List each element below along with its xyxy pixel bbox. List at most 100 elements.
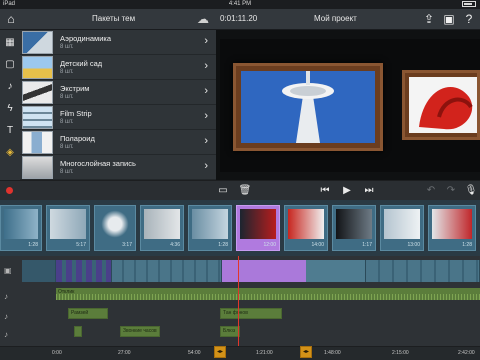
theme-thumbnail xyxy=(22,56,53,79)
chevron-right-icon: › xyxy=(204,110,208,122)
video-track-icon: ▣ xyxy=(4,266,12,275)
selected-clip-block[interactable] xyxy=(222,260,306,282)
clip[interactable]: 1:28 xyxy=(428,205,476,251)
clip-duration: 4:36 xyxy=(170,242,180,248)
theme-thumbnail xyxy=(22,31,53,54)
clip-duration: 1:28 xyxy=(462,242,472,248)
playhead[interactable] xyxy=(238,256,239,348)
clock: 4:41 PM xyxy=(228,1,252,7)
clip-duration: 13:00 xyxy=(407,242,420,248)
transition-icon[interactable]: ϟ xyxy=(3,102,17,116)
audio-clip[interactable]: Звонкие часов xyxy=(120,326,160,337)
clips-icon[interactable]: ▦ xyxy=(3,36,17,50)
preview-frame-main xyxy=(233,63,383,151)
theme-count: 8 шт. xyxy=(60,69,74,75)
in-marker[interactable]: ◂▸ xyxy=(214,346,226,358)
clip-duration: 5:17 xyxy=(76,242,86,248)
out-marker[interactable]: ◂▸ xyxy=(300,346,312,358)
chevron-right-icon: › xyxy=(204,160,208,172)
clip[interactable]: 4:36 xyxy=(140,205,184,251)
theme-count: 8 шт. xyxy=(60,144,74,150)
theme-thumbnail xyxy=(22,81,53,104)
audio-label: Звонкие часов xyxy=(123,328,157,334)
theme-row[interactable]: Детский сад 8 шт. › xyxy=(20,55,216,80)
theme-thumbnail xyxy=(22,106,53,129)
ruler-tick: 27:00 xyxy=(118,350,131,356)
clip[interactable]: 1:28 xyxy=(188,205,232,251)
theme-name: Многослойная запись xyxy=(60,159,136,168)
play-icon[interactable]: ▶ xyxy=(340,184,354,198)
ruler-tick: 1:21:00 xyxy=(256,350,273,356)
status-bar: iPad 4:41 PM xyxy=(0,0,480,9)
photo-icon[interactable]: ▢ xyxy=(3,58,17,72)
theme-name: Экстрим xyxy=(60,84,90,93)
music-track-icon: ♪ xyxy=(4,312,8,321)
ruler-tick: 2:42:00 xyxy=(458,350,475,356)
clip-selected[interactable]: 12:00 xyxy=(236,205,280,251)
theme-name: Film Strip xyxy=(60,109,92,118)
theme-name: Детский сад xyxy=(60,59,103,68)
share-icon[interactable]: ⇪ xyxy=(422,12,436,26)
clip[interactable]: 5:17 xyxy=(46,205,90,251)
skip-back-icon[interactable]: ⏮ xyxy=(318,184,332,198)
time-ruler[interactable]: 0:00 27:00 54:00 1:21:00 1:48:00 2:15:00… xyxy=(0,346,480,360)
audio-label: Блюз xyxy=(223,328,236,334)
audio-clip[interactable]: Рамзей xyxy=(68,308,108,319)
trash-icon[interactable]: 🗑 xyxy=(238,184,252,198)
ruler-tick: 1:48:00 xyxy=(324,350,341,356)
clip-duration: 1:28 xyxy=(28,242,38,248)
chevron-right-icon: › xyxy=(204,60,208,72)
transport-bar: ▭ 🗑 ⏮ ▶ ⏭ ↶ ↷ 🎙 xyxy=(0,180,480,200)
filmstrip-icon[interactable]: ▭ xyxy=(216,184,230,198)
clip-duration: 3:17 xyxy=(122,242,132,248)
audio-track-main[interactable]: Отклик xyxy=(56,288,480,300)
chevron-right-icon: › xyxy=(204,85,208,97)
clip[interactable]: 14:00 xyxy=(284,205,328,251)
space-needle-image xyxy=(241,71,375,143)
microphone-icon[interactable]: 🎙 xyxy=(464,184,478,198)
clip[interactable]: 3:17 xyxy=(94,205,136,251)
theme-count: 8 шт. xyxy=(60,119,74,125)
record-icon[interactable] xyxy=(6,187,13,194)
audio-label: Рамзей xyxy=(71,310,89,316)
tool-column: ▦ ▢ ♪ ϟ T ◈ xyxy=(0,30,20,180)
theme-icon[interactable]: ☁ xyxy=(196,12,210,26)
home-icon[interactable]: ⌂ xyxy=(4,12,18,26)
ruler-tick: 2:15:00 xyxy=(392,350,409,356)
battery-icon xyxy=(460,1,476,8)
top-toolbar: ⌂ Пакеты тем ☁ 0:01:11.20 Мой проект ⇪ ▣… xyxy=(0,9,480,30)
redo-icon[interactable]: ↷ xyxy=(444,184,458,198)
ruler-tick: 54:00 xyxy=(188,350,201,356)
help-icon[interactable]: ? xyxy=(462,12,476,26)
audio-clip[interactable]: Блюз xyxy=(220,326,240,337)
chevron-right-icon: › xyxy=(204,35,208,47)
undo-icon[interactable]: ↶ xyxy=(424,184,438,198)
theme-row[interactable]: Полароид 8 шт. › xyxy=(20,130,216,155)
theme-tool-icon[interactable]: ◈ xyxy=(3,146,17,160)
audio-clip[interactable]: Тан фонов xyxy=(220,308,282,319)
clip[interactable]: 13:00 xyxy=(380,205,424,251)
audio-clip[interactable] xyxy=(74,326,82,337)
project-title[interactable]: Мой проект xyxy=(314,14,357,23)
clip[interactable]: 1:17 xyxy=(332,205,376,251)
theme-name: Аэродинамика xyxy=(60,34,112,43)
skip-forward-icon[interactable]: ⏭ xyxy=(362,184,376,198)
preview-panel[interactable] xyxy=(216,30,480,180)
theme-row[interactable]: Экстрим 8 шт. › xyxy=(20,80,216,105)
theme-row[interactable]: Многослойная запись 8 шт. › xyxy=(20,155,216,180)
theme-row[interactable]: Аэродинамика 8 шт. › xyxy=(20,30,216,55)
clip[interactable]: 1:28 xyxy=(0,205,42,251)
preview-frame-next xyxy=(402,70,480,140)
chevron-right-icon: › xyxy=(204,135,208,147)
aspect-icon[interactable]: ▣ xyxy=(442,12,456,26)
clip-duration: 1:28 xyxy=(218,242,228,248)
music-track-icon: ♪ xyxy=(4,330,8,339)
text-icon[interactable]: T xyxy=(3,124,17,138)
theme-row[interactable]: Film Strip 8 шт. › xyxy=(20,105,216,130)
music-icon[interactable]: ♪ xyxy=(3,80,17,94)
theme-count: 8 шт. xyxy=(60,169,74,175)
timeline[interactable]: ▣ ♪ Отклик ♪ Рамзей Тан фонов ♪ Звонкие … xyxy=(0,256,480,360)
theme-packs-list: Аэродинамика 8 шт. › Детский сад 8 шт. ›… xyxy=(20,30,216,180)
theme-packs-title: Пакеты тем xyxy=(92,14,136,23)
audio-label: Тан фонов xyxy=(223,310,248,316)
